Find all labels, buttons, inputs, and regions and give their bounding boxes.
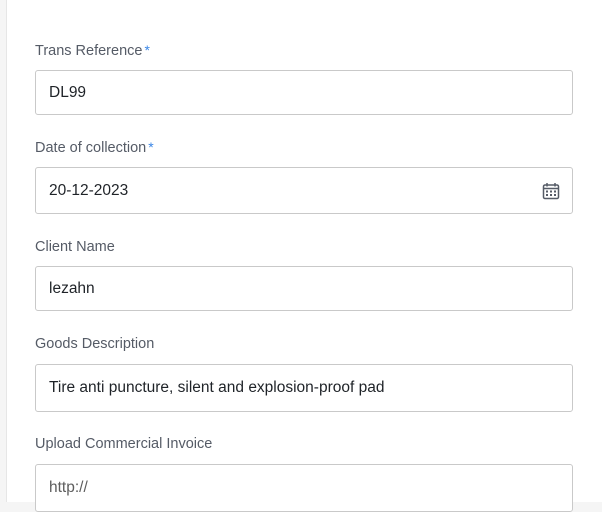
trans-reference-label: Trans Reference * [35, 41, 150, 60]
client-name-input[interactable]: lezahn [35, 266, 573, 311]
date-of-collection-input[interactable]: 20-12-2023 [35, 167, 573, 214]
trans-reference-value: DL99 [49, 83, 87, 101]
required-asterisk: * [144, 42, 150, 58]
trans-reference-label-text: Trans Reference [35, 43, 143, 59]
upload-commercial-invoice-input[interactable]: http:// [35, 464, 573, 512]
goods-description-label: Goods Description [35, 335, 154, 353]
client-name-label: Client Name [35, 238, 115, 256]
calendar-icon[interactable] [542, 182, 560, 200]
trans-reference-input[interactable]: DL99 [35, 70, 573, 115]
form-panel: Trans Reference * DL99 Date of collection… [6, 0, 602, 512]
upload-commercial-invoice-placeholder: http:// [49, 479, 88, 496]
date-of-collection-label: Date of collection * [35, 138, 154, 157]
upload-commercial-invoice-label: Upload Commercial Invoice [35, 435, 212, 453]
date-of-collection-value: 20-12-2023 [49, 181, 129, 199]
upload-commercial-invoice-label-text: Upload Commercial Invoice [35, 436, 213, 452]
goods-description-input[interactable]: Tire anti puncture, silent and explosion… [35, 364, 573, 412]
goods-description-value: Tire anti puncture, silent and explosion… [49, 379, 385, 396]
client-name-value: lezahn [49, 279, 95, 297]
client-name-label-text: Client Name [35, 239, 115, 255]
date-of-collection-label-text: Date of collection [35, 140, 147, 156]
goods-description-label-text: Goods Description [35, 336, 155, 352]
required-asterisk: * [148, 139, 154, 155]
